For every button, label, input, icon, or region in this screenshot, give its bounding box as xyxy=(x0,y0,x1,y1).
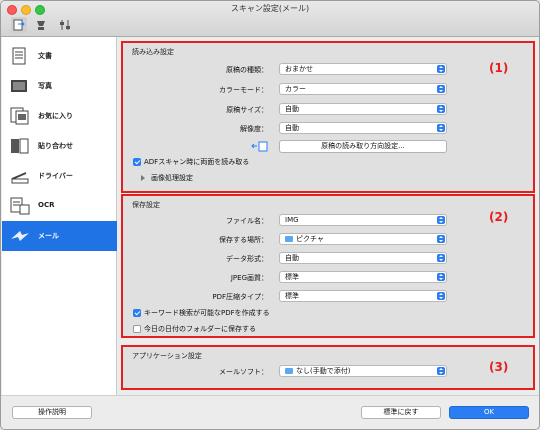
application-settings-section: アプリケーション設定 (3) メールソフト： なし(手動で添付) xyxy=(121,345,535,390)
scan-settings-section: 読み込み設定 (1) 原稿の種類： おまかせ カラーモード： カラー 原稿サイズ… xyxy=(121,41,535,193)
disclosure-triangle-icon xyxy=(141,175,145,181)
data-format-select[interactable]: 自動 xyxy=(279,252,447,264)
file-name-select[interactable]: IMG xyxy=(279,214,447,226)
sidebar-item-label: ドライバー xyxy=(38,172,73,180)
select-value: 自動 xyxy=(285,254,299,262)
disclosure-label: 画像処理設定 xyxy=(151,174,193,182)
checkbox-label: キーワード検索が可能なPDFを作成する xyxy=(144,309,270,317)
checkbox-label: ADFスキャン時に両面を読み取る xyxy=(144,158,250,166)
sidebar-item-photo[interactable]: 写真 xyxy=(2,71,117,101)
select-value: カラー xyxy=(285,85,306,93)
help-button[interactable]: 操作説明 xyxy=(12,406,92,419)
select-arrow-icon xyxy=(437,124,445,132)
sidebar-item-document[interactable]: 文書 xyxy=(2,41,117,71)
select-arrow-icon xyxy=(437,292,445,300)
select-value: 自動 xyxy=(285,105,299,113)
document-type-select[interactable]: おまかせ xyxy=(279,63,447,75)
select-value: 自動 xyxy=(285,124,299,132)
scan-from-operation-panel-icon[interactable] xyxy=(33,17,49,33)
mail-software-select[interactable]: なし(手動で添付) xyxy=(279,365,447,377)
jpeg-quality-select[interactable]: 標準 xyxy=(279,271,447,283)
select-arrow-icon xyxy=(437,105,445,113)
orientation-settings-button[interactable]: 原稿の読み取り方向設定... xyxy=(279,140,447,153)
color-mode-select[interactable]: カラー xyxy=(279,83,447,95)
save-location-select[interactable]: ピクチャ xyxy=(279,233,447,245)
resolution-select[interactable]: 自動 xyxy=(279,122,447,134)
sidebar-item-stitch[interactable]: 貼り合わせ xyxy=(2,131,117,161)
sidebar-item-label: 文書 xyxy=(38,52,52,60)
scan-settings-window: スキャン設定(メール) 文書 写真 お気に入り 貼り合わせ ドライバー OCR … xyxy=(0,0,540,430)
window-title: スキャン設定(メール) xyxy=(230,4,310,13)
select-value: IMG xyxy=(285,216,299,224)
checkbox-checked-icon xyxy=(133,309,141,317)
select-arrow-icon xyxy=(437,85,445,93)
keyword-pdf-checkbox[interactable]: キーワード検索が可能なPDFを作成する xyxy=(133,308,270,318)
folder-icon xyxy=(285,368,293,374)
stitch-icon xyxy=(10,137,30,155)
checkbox-unchecked-icon xyxy=(133,325,141,333)
restore-defaults-button[interactable]: 標準に戻す xyxy=(361,406,441,419)
data-format-label: データ形式： xyxy=(226,255,268,263)
select-value: ピクチャ xyxy=(296,235,324,243)
orientation-icon xyxy=(251,140,269,152)
sidebar-item-label: メール xyxy=(38,232,59,240)
select-value: おまかせ xyxy=(285,65,313,73)
general-settings-icon[interactable] xyxy=(57,17,73,33)
select-value: なし(手動で添付) xyxy=(296,367,351,375)
checkbox-checked-icon xyxy=(133,158,141,166)
image-processing-disclosure[interactable]: 画像処理設定 xyxy=(141,173,193,183)
color-mode-label: カラーモード： xyxy=(219,86,268,94)
select-arrow-icon xyxy=(437,235,445,243)
ocr-icon xyxy=(10,197,30,215)
section-number: (3) xyxy=(489,360,509,374)
settings-main-panel: 読み込み設定 (1) 原稿の種類： おまかせ カラーモード： カラー 原稿サイズ… xyxy=(117,37,539,395)
select-arrow-icon xyxy=(437,273,445,281)
select-arrow-icon xyxy=(437,367,445,375)
paper-size-label: 原稿サイズ： xyxy=(226,106,268,114)
document-icon xyxy=(10,47,30,65)
driver-icon xyxy=(10,167,30,185)
photo-icon xyxy=(10,77,30,95)
sidebar-item-label: 写真 xyxy=(38,82,52,90)
select-arrow-icon xyxy=(437,65,445,73)
checkbox-label: 今日の日付のフォルダーに保存する xyxy=(144,325,256,333)
select-value: 標準 xyxy=(285,273,299,281)
sidebar-item-label: 貼り合わせ xyxy=(38,142,73,150)
section-number: (1) xyxy=(489,61,509,75)
sidebar: 文書 写真 お気に入り 貼り合わせ ドライバー OCR メール xyxy=(2,37,117,395)
sidebar-item-favorites[interactable]: お気に入り xyxy=(2,101,117,131)
sidebar-item-label: OCR xyxy=(38,201,55,209)
jpeg-quality-label: JPEG画質： xyxy=(230,274,268,282)
scan-from-computer-icon[interactable] xyxy=(11,17,27,33)
favorites-icon xyxy=(10,107,30,125)
title-bar: スキャン設定(メール) xyxy=(1,1,539,37)
save-location-label: 保存する場所： xyxy=(219,236,268,244)
section-title: アプリケーション設定 xyxy=(132,352,202,360)
resolution-label: 解像度： xyxy=(240,125,268,133)
folder-icon xyxy=(285,236,293,242)
document-type-label: 原稿の種類： xyxy=(226,66,268,74)
sidebar-item-ocr[interactable]: OCR xyxy=(2,191,117,221)
save-settings-section: 保存設定 (2) ファイル名： IMG 保存する場所： ピクチャ データ形式： … xyxy=(121,194,535,338)
sidebar-item-label: お気に入り xyxy=(38,112,73,120)
select-arrow-icon xyxy=(437,254,445,262)
ok-button[interactable]: OK xyxy=(449,406,529,419)
pdf-compression-select[interactable]: 標準 xyxy=(279,290,447,302)
select-value: 標準 xyxy=(285,292,299,300)
sidebar-item-mail[interactable]: メール xyxy=(2,221,117,251)
mail-software-label: メールソフト： xyxy=(219,368,268,376)
mail-icon xyxy=(10,227,30,245)
select-arrow-icon xyxy=(437,216,445,224)
file-name-label: ファイル名： xyxy=(226,217,268,225)
section-title: 読み込み設定 xyxy=(132,48,174,56)
paper-size-select[interactable]: 自動 xyxy=(279,103,447,115)
adf-duplex-checkbox[interactable]: ADFスキャン時に両面を読み取る xyxy=(133,157,249,167)
footer-bar: 操作説明 標準に戻す OK xyxy=(1,395,539,429)
section-title: 保存設定 xyxy=(132,201,160,209)
section-number: (2) xyxy=(489,210,509,224)
sidebar-item-driver[interactable]: ドライバー xyxy=(2,161,117,191)
date-folder-checkbox[interactable]: 今日の日付のフォルダーに保存する xyxy=(133,324,256,334)
pdf-compression-label: PDF圧縮タイプ： xyxy=(212,293,268,301)
